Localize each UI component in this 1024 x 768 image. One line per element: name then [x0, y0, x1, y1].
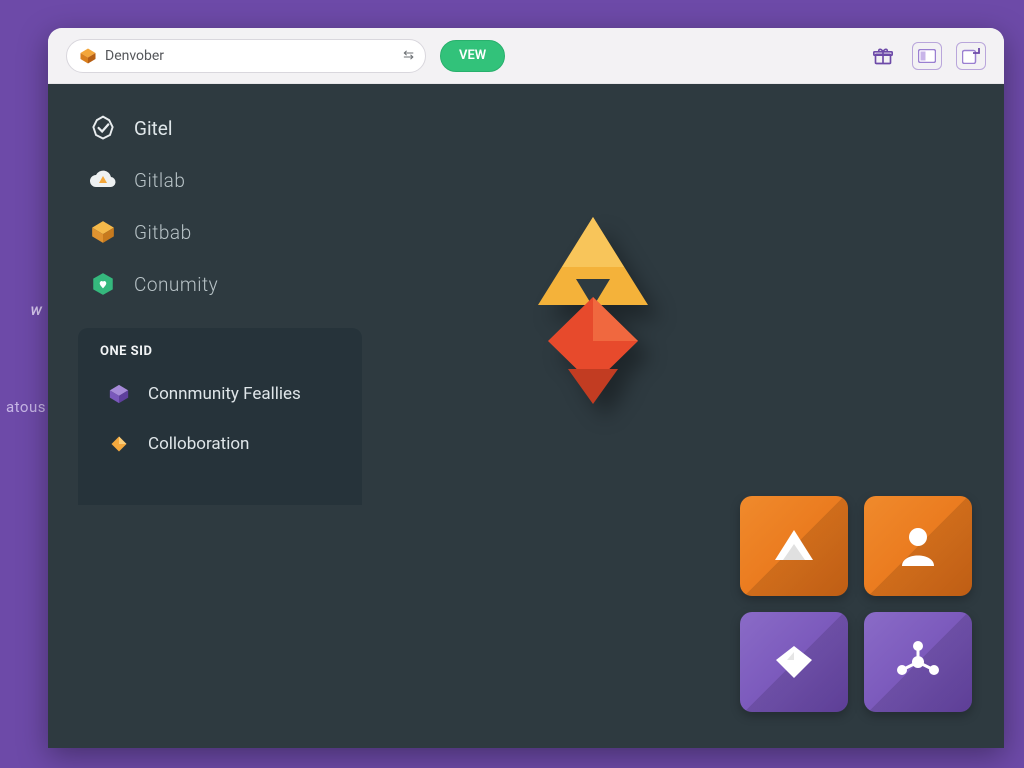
- sidebar-item-gitel[interactable]: Gitel: [78, 106, 362, 150]
- triangle-up-icon: [771, 526, 817, 566]
- heart-tile[interactable]: [740, 612, 848, 712]
- sidebar-item-label: Gitbab: [134, 221, 192, 244]
- sidebar-item-gitbab[interactable]: Gitbab: [78, 210, 362, 254]
- address-text: Denvober: [105, 48, 164, 64]
- person-tile[interactable]: [864, 496, 972, 596]
- section-item-community-features[interactable]: Connmunity Feallies: [96, 373, 348, 415]
- network-icon: [895, 639, 941, 685]
- view-button[interactable]: VEW: [440, 40, 505, 72]
- app-tiles: [740, 496, 972, 712]
- person-icon: [898, 524, 938, 568]
- triangle-tile[interactable]: [740, 496, 848, 596]
- hex-heart-icon: [88, 269, 118, 299]
- section-panel: ONE SID Connmunity Feallies Colloboratio…: [78, 328, 362, 505]
- section-list: Connmunity Feallies Colloboration: [96, 373, 348, 465]
- orange-diamond-icon: [106, 431, 132, 457]
- box-icon: [88, 217, 118, 247]
- section-item-label: Colloboration: [148, 434, 249, 454]
- view-button-label: VEW: [459, 48, 486, 63]
- popup-icon[interactable]: [956, 42, 986, 70]
- sidebar-item-label: Conumity: [134, 273, 218, 296]
- nav-list: Gitel Gitlab Gitbab: [78, 106, 362, 306]
- outer-purple-strip: w atous: [0, 0, 48, 768]
- strip-text-w: w: [30, 300, 42, 319]
- address-arrows-icon[interactable]: ⇆: [403, 48, 413, 63]
- content-area: Gitel Gitlab Gitbab: [48, 84, 1004, 748]
- toolbar: Denvober ⇆ VEW: [48, 28, 1004, 84]
- strip-text-atous: atous: [6, 398, 46, 416]
- address-cube-icon: [79, 47, 97, 65]
- address-bar[interactable]: Denvober ⇆: [66, 39, 426, 73]
- sidebar-item-gitlab[interactable]: Gitlab: [78, 158, 362, 202]
- sidebar-item-label: Gitel: [134, 117, 172, 140]
- main-area: [378, 84, 1004, 748]
- sidebar-item-community[interactable]: Conumity: [78, 262, 362, 306]
- section-item-collaboration[interactable]: Colloboration: [96, 423, 348, 465]
- gift-icon[interactable]: [868, 42, 898, 70]
- purple-cube-icon: [106, 381, 132, 407]
- sidebar: Gitel Gitlab Gitbab: [48, 84, 378, 748]
- brand-logo: [498, 209, 688, 433]
- section-item-label: Connmunity Feallies: [148, 384, 301, 404]
- app-window: ☷ ≡ ⚑ ⇪ ○ | • Denvober ⇆ VEW: [48, 28, 1004, 748]
- heart-diamond-icon: [772, 642, 816, 682]
- cloud-icon: [88, 165, 118, 195]
- check-badge-icon: [88, 113, 118, 143]
- panel-icon[interactable]: [912, 42, 942, 70]
- nodes-tile[interactable]: [864, 612, 972, 712]
- section-title: ONE SID: [100, 344, 348, 359]
- sidebar-item-label: Gitlab: [134, 169, 185, 192]
